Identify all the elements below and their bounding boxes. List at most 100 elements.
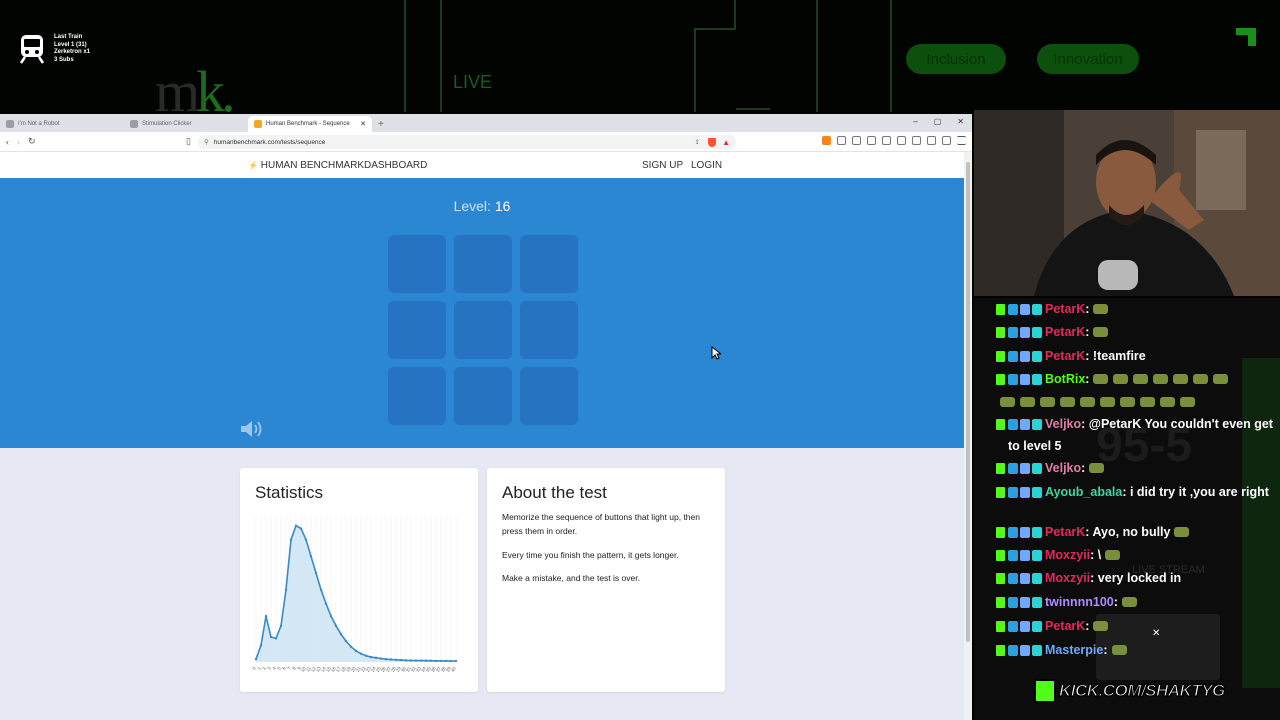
- sequence-square-4[interactable]: [388, 301, 446, 359]
- brave-rewards-icon[interactable]: ▲: [722, 138, 730, 147]
- bookmark-icon[interactable]: ▯: [186, 136, 191, 147]
- chat-username[interactable]: Moxzyii: [1045, 548, 1090, 562]
- sequence-square-6[interactable]: [520, 301, 578, 359]
- extension-icon[interactable]: [852, 136, 861, 145]
- webcam-feed: [974, 110, 1280, 296]
- level-value: 16: [494, 198, 511, 214]
- overlay-corner-mark: [1236, 28, 1256, 46]
- globe-icon: [6, 120, 14, 128]
- chat-username[interactable]: Ayoub_abala: [1045, 485, 1122, 499]
- chart-point: [304, 538, 308, 541]
- chart-point: [259, 644, 263, 647]
- about-paragraph-2: Every time you finish the pattern, it ge…: [502, 550, 679, 560]
- sequence-square-5[interactable]: [454, 301, 512, 359]
- chart-tick-label: 40: [450, 666, 457, 673]
- menu-icon[interactable]: [957, 136, 966, 145]
- chat-username[interactable]: PetarK: [1045, 525, 1085, 539]
- maximize-button[interactable]: ▢: [934, 117, 942, 126]
- kick-badge-icon: [996, 621, 1005, 632]
- chat-username[interactable]: Veljko: [1045, 417, 1081, 431]
- chart-point: [419, 659, 423, 662]
- chat-username[interactable]: Veljko: [1045, 461, 1081, 475]
- sequence-square-7[interactable]: [388, 367, 446, 425]
- chart-point: [254, 658, 258, 661]
- scrollbar-thumb[interactable]: [966, 162, 970, 642]
- metamask-extension-icon[interactable]: [822, 136, 831, 145]
- sequence-test-area[interactable]: Level: 16: [0, 178, 964, 448]
- level-indicator: Level: 16: [0, 198, 964, 214]
- chat-username[interactable]: BotRix: [1045, 372, 1085, 386]
- speaker-icon[interactable]: [240, 420, 264, 438]
- media-icon[interactable]: [882, 136, 891, 145]
- cast-icon[interactable]: [912, 136, 921, 145]
- extension-icon[interactable]: [837, 136, 846, 145]
- tab-human-benchmark[interactable]: Human Benchmark - Sequence ✕: [248, 116, 372, 132]
- sidebar-icon[interactable]: [897, 136, 906, 145]
- sequence-square-8[interactable]: [454, 367, 512, 425]
- about-card: About the test Memorize the sequence of …: [487, 468, 725, 692]
- chart-point: [264, 614, 268, 618]
- chart-point: [449, 659, 453, 663]
- site-info-icon[interactable]: ⚲: [204, 138, 209, 146]
- sequence-square-1[interactable]: [388, 235, 446, 293]
- chart-point: [344, 639, 348, 643]
- chat-username[interactable]: Masterpie: [1045, 643, 1103, 657]
- kick-logo-icon: [1034, 679, 1056, 703]
- tab-title: Stimulation Clicker: [142, 121, 192, 127]
- close-window-button[interactable]: ✕: [957, 117, 964, 126]
- nav-sign-up[interactable]: SIGN UP: [642, 160, 683, 171]
- chart-point: [319, 588, 323, 591]
- nav-login[interactable]: LOGIN: [691, 160, 722, 171]
- chat-badges-icon: [1008, 645, 1042, 656]
- extension-icon[interactable]: [927, 136, 936, 145]
- share-icon[interactable]: ⇪: [695, 138, 700, 146]
- sequence-square-9[interactable]: [520, 367, 578, 425]
- chat-text: :: [1085, 302, 1090, 316]
- chat-emote-icon: [1213, 374, 1229, 384]
- extension-icon[interactable]: [867, 136, 876, 145]
- human-benchmark-favicon-icon: [254, 120, 262, 128]
- chart-point: [394, 658, 398, 661]
- chat-username[interactable]: Moxzyii: [1045, 571, 1090, 585]
- vpn-icon[interactable]: [942, 136, 951, 145]
- chat-message: PetarK: !teamfire: [1008, 345, 1280, 367]
- chat-text: : !teamfire: [1085, 349, 1146, 363]
- kick-badge-icon: [996, 374, 1005, 385]
- innovation-pill: Innovation: [1037, 44, 1139, 74]
- new-tab-button[interactable]: +: [378, 119, 384, 130]
- chart-point: [384, 658, 388, 661]
- chat-message: twinnnn100:: [1008, 591, 1280, 613]
- chat-text: : Ayo, no bully: [1085, 525, 1171, 539]
- nav-dashboard[interactable]: DASHBOARD: [364, 160, 427, 171]
- kick-badge-icon: [996, 419, 1005, 430]
- chat-emote-icon: [1121, 597, 1137, 607]
- chat-username[interactable]: twinnnn100: [1045, 595, 1114, 609]
- chat-username[interactable]: PetarK: [1045, 302, 1085, 316]
- sequence-square-2[interactable]: [454, 235, 512, 293]
- brand-link[interactable]: ⚡ HUMAN BENCHMARK: [248, 160, 364, 171]
- chat-text: :: [1085, 325, 1090, 339]
- minimize-button[interactable]: –: [913, 117, 917, 126]
- chat-emote-icon: [1120, 397, 1135, 407]
- chart-point: [409, 659, 413, 662]
- chat-emote-icon: [1093, 621, 1109, 631]
- chat-username[interactable]: PetarK: [1045, 619, 1085, 633]
- tab-not-a-robot[interactable]: I'm Not a Robot: [0, 116, 124, 132]
- close-tab-icon[interactable]: ✕: [360, 120, 366, 128]
- chat-emote-icon: [1080, 397, 1095, 407]
- chat-badges-icon: [1008, 304, 1042, 315]
- tab-stimulation-clicker[interactable]: Stimulation Clicker: [124, 116, 248, 132]
- back-icon[interactable]: ‹: [6, 137, 9, 147]
- chat-username[interactable]: PetarK: [1045, 349, 1085, 363]
- chat-badges-icon: [1008, 621, 1042, 632]
- chat-badges-icon: [1008, 527, 1042, 538]
- chat-username[interactable]: PetarK: [1045, 325, 1085, 339]
- brave-shield-icon[interactable]: [708, 137, 716, 147]
- page-scrollbar[interactable]: [964, 152, 972, 720]
- chat-badges-icon: [1008, 419, 1042, 430]
- reload-icon[interactable]: ↻: [28, 136, 36, 147]
- sequence-square-3[interactable]: [520, 235, 578, 293]
- address-bar[interactable]: ⚲ humanbenchmark.com/tests/sequence ⇪ ▲: [198, 135, 736, 149]
- forward-icon[interactable]: ›: [17, 137, 20, 147]
- web-page: ⚡ HUMAN BENCHMARK DASHBOARD SIGN UP LOGI…: [0, 152, 964, 720]
